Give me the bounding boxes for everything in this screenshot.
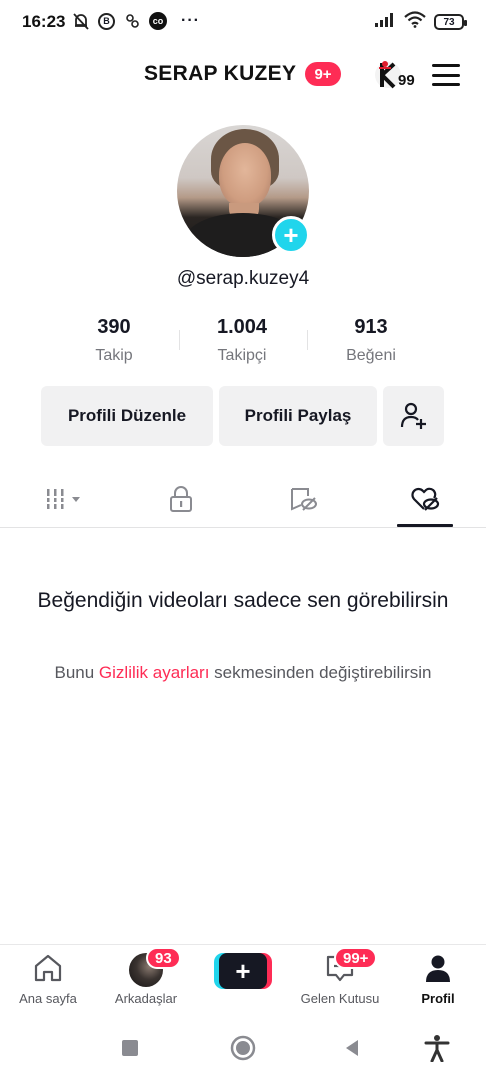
stat-followers[interactable]: 1.004 Takipçi — [178, 316, 306, 365]
account-switch-badge[interactable]: 9+ — [305, 62, 341, 86]
wifi-icon — [404, 11, 426, 33]
profile-person-icon — [426, 955, 450, 982]
people-icon — [123, 12, 141, 30]
empty-state-text-after: sekmesinden değiştirebilirsin — [209, 663, 432, 682]
share-profile-button[interactable]: Profili Paylaş — [219, 386, 377, 446]
nav-inbox[interactable]: 99+ Gelen Kutusu — [292, 945, 388, 1015]
empty-state-text-before: Bunu — [54, 663, 99, 682]
profile-header: SERAP KUZEY 9+ 99 — [0, 52, 486, 96]
profile-title[interactable]: SERAP KUZEY — [144, 62, 296, 86]
home-system-button[interactable] — [229, 1034, 257, 1062]
tab-reposts[interactable] — [248, 470, 358, 528]
stat-followers-label: Takipçi — [217, 347, 267, 364]
active-tab-indicator — [397, 524, 453, 527]
signal-icon — [374, 12, 396, 33]
nav-friends[interactable]: 93 Arkadaşlar — [98, 945, 194, 1015]
nav-friends-label: Arkadaşlar — [114, 991, 178, 1006]
add-story-button[interactable]: + — [272, 216, 310, 254]
profile-stats: 390 Takip 1.004 Takipçi 913 Beğeni — [50, 316, 436, 372]
liked-hidden-icon — [411, 487, 440, 511]
inbox-badge: 99+ — [334, 947, 378, 969]
status-system-icons: 73 — [374, 11, 467, 33]
tab-videos[interactable] — [10, 470, 120, 528]
stat-likes-value: 913 — [354, 316, 388, 338]
stat-following[interactable]: 390 Takip — [50, 316, 178, 365]
plus-icon: + — [219, 953, 267, 989]
menu-icon[interactable] — [432, 64, 460, 86]
nav-home-label: Ana sayfa — [19, 991, 77, 1006]
add-person-icon — [400, 402, 426, 429]
accessibility-icon — [424, 1035, 450, 1062]
lock-icon — [170, 486, 192, 512]
grid-icon — [45, 489, 80, 509]
status-bar: 16:23 B co ··· 73 — [0, 0, 486, 44]
bottom-navigation: Ana sayfa 93 Arkadaşlar + 99+ Gelen Kutu… — [0, 944, 486, 1014]
nav-home[interactable]: Ana sayfa — [0, 945, 96, 1015]
stat-likes-label: Beğeni — [346, 347, 396, 364]
k99-logo-icon[interactable]: 99 — [374, 58, 418, 92]
circle-icon — [230, 1035, 256, 1061]
empty-state-subtitle: Bunu Gizlilik ayarları sekmesinden değiş… — [40, 661, 446, 684]
nav-inbox-label: Gelen Kutusu — [300, 991, 380, 1006]
status-notification-icons: B co ··· — [72, 12, 200, 30]
status-time: 16:23 — [22, 12, 66, 31]
stat-followers-value: 1.004 — [216, 316, 268, 338]
co-app-icon: co — [149, 12, 167, 30]
stat-following-label: Takip — [95, 347, 133, 364]
home-icon — [34, 954, 62, 982]
nav-profile[interactable]: Profil — [390, 945, 486, 1015]
tab-liked[interactable] — [370, 470, 480, 528]
add-friend-button[interactable] — [383, 386, 444, 446]
b-app-icon: B — [98, 12, 115, 30]
nav-profile-label: Profil — [421, 991, 455, 1006]
privacy-settings-link[interactable]: Gizlilik ayarları — [99, 663, 210, 682]
battery-icon: 73 — [434, 14, 467, 30]
muted-bell-icon — [72, 12, 90, 30]
stat-likes[interactable]: 913 Beğeni — [307, 316, 435, 365]
back-button[interactable] — [338, 1034, 366, 1062]
accessibility-button[interactable] — [423, 1034, 451, 1062]
create-button[interactable]: + — [214, 953, 272, 989]
back-triangle-icon — [346, 1040, 358, 1056]
empty-state-title: Beğendiğin videoları sadece sen görebili… — [37, 589, 449, 612]
more-notifications-icon: ··· — [181, 12, 200, 29]
repost-hidden-icon — [291, 488, 317, 511]
tab-private[interactable] — [126, 470, 236, 528]
k99-logo-subscript: 99 — [398, 72, 415, 89]
friends-badge: 93 — [146, 947, 181, 969]
square-icon — [122, 1040, 138, 1056]
system-navigation-bar — [0, 1014, 486, 1080]
edit-profile-button[interactable]: Profili Düzenle — [41, 386, 213, 446]
content-tabs — [0, 470, 486, 528]
recents-button[interactable] — [116, 1034, 144, 1062]
stat-following-value: 390 — [97, 316, 131, 338]
profile-handle: @serap.kuzey4 — [176, 268, 310, 289]
